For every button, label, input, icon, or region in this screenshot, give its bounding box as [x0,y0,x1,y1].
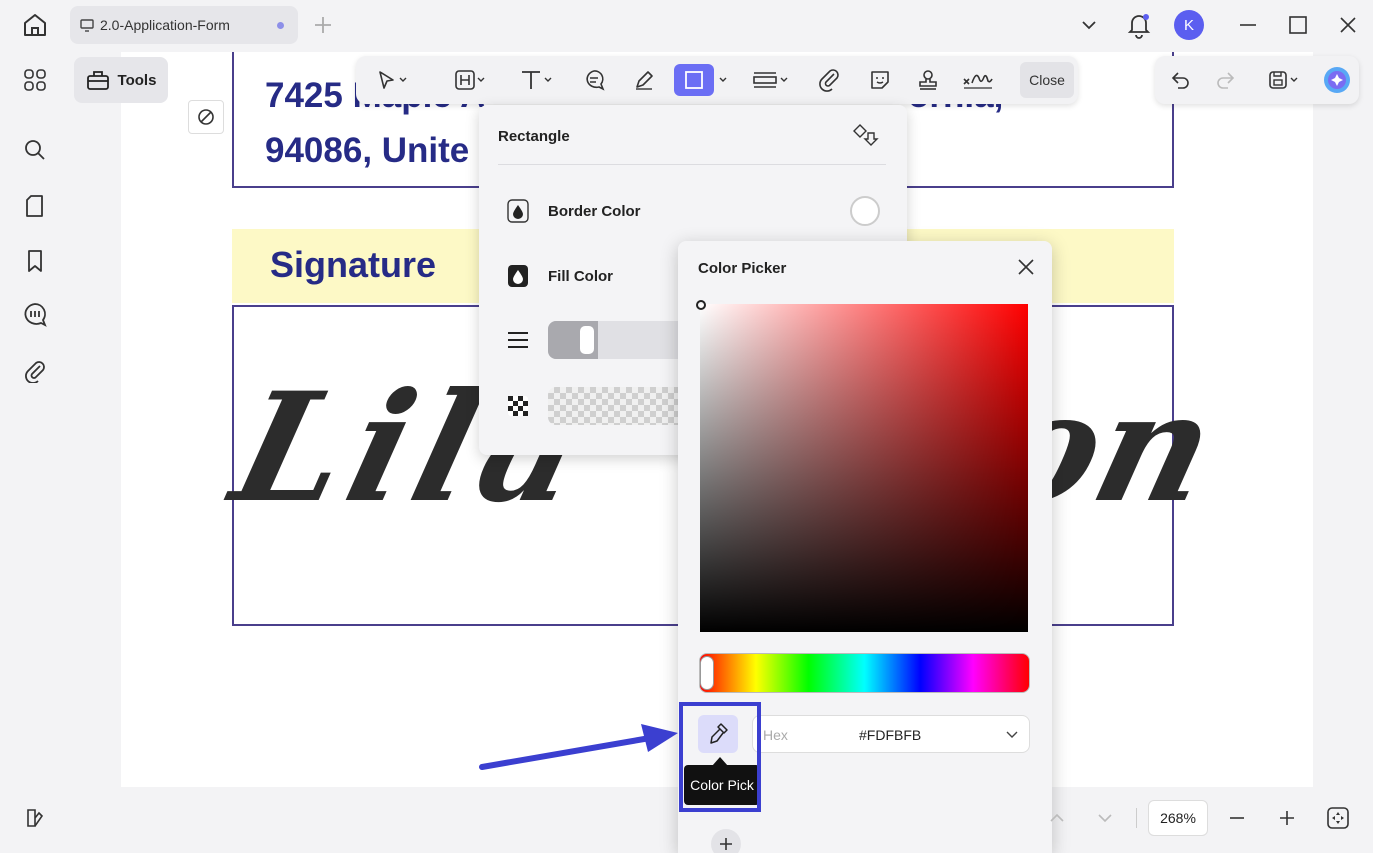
stamp-icon [916,68,940,92]
paperclip-icon [818,68,842,92]
home-icon[interactable] [20,10,50,40]
bell-icon[interactable] [1126,11,1152,39]
arrow-annotation-icon [478,722,682,774]
sticker-icon [868,68,892,92]
tools-label: Tools [117,71,157,89]
chevron-down-icon [476,75,486,85]
highlight-tool[interactable] [446,64,494,96]
bookmark-icon[interactable] [20,246,50,276]
border-color-swatch[interactable] [850,196,880,226]
fit-page-icon[interactable] [1325,805,1351,831]
zoom-in-icon[interactable] [1276,807,1298,829]
avatar[interactable]: K [1174,10,1204,40]
ai-assistant-button[interactable] [1321,64,1353,96]
fill-drop-icon [507,264,529,288]
attach-tool[interactable] [814,64,846,96]
unsaved-dot [277,22,284,29]
panel-divider [498,164,886,165]
ai-assistant-icon [1322,65,1352,95]
highlight-annotation-box [679,702,761,812]
no-entry-icon[interactable] [188,100,224,134]
comment-icon[interactable] [20,300,50,330]
chevron-down-icon[interactable] [1078,14,1100,36]
new-tab-icon[interactable] [312,14,334,36]
close-icon[interactable] [1015,256,1037,278]
shape-dropdown[interactable] [716,64,730,96]
address-line-2: 94086, Unite [265,131,470,170]
chevron-down-icon[interactable] [1005,729,1019,741]
pin-icon[interactable] [851,121,879,149]
hue-slider[interactable] [699,653,1030,693]
comment-tool[interactable] [578,64,610,96]
status-divider [1136,808,1137,828]
add-color-button[interactable] [711,829,741,853]
document-tab[interactable]: 2.0-Application-Form [70,6,298,44]
attachment-icon[interactable] [20,356,50,386]
close-toolbar-button[interactable]: Close [1020,62,1074,98]
pencil-icon [632,68,656,92]
hex-value: #FDFBFB [859,727,922,743]
tab-title: 2.0-Application-Form [100,17,230,33]
zoom-level[interactable]: 268% [1148,800,1208,836]
sticker-tool[interactable] [864,64,896,96]
sidebar-toggle-icon[interactable] [20,803,50,833]
fill-color-label: Fill Color [548,268,613,285]
border-drop-icon [507,199,529,223]
line-weight-icon [507,329,529,351]
heading-icon [454,69,476,91]
save-button[interactable] [1259,64,1307,96]
monitor-icon [80,18,94,32]
opacity-icon [507,395,529,417]
saturation-handle[interactable] [696,300,706,310]
text-tool[interactable] [510,64,562,96]
chevron-down-icon[interactable] [1094,807,1116,829]
chevron-up-icon[interactable] [1046,807,1068,829]
signature-heading: Signature [270,244,437,285]
stamp-tool[interactable] [912,64,944,96]
chevron-down-icon [718,75,728,85]
pencil-tool[interactable] [628,64,660,96]
chevron-down-icon [398,75,408,85]
save-icon [1267,69,1289,91]
rectangle-icon [683,69,705,91]
select-tool[interactable] [368,64,416,96]
redo-button[interactable] [1209,64,1241,96]
text-icon [519,68,543,92]
signature-icon [962,69,994,91]
close-window-icon[interactable] [1337,14,1359,36]
plus-icon [718,836,734,852]
right-toolbar [1155,56,1359,104]
annotation-toolbar: Close [356,56,1078,104]
pointer-icon [376,69,398,91]
rectangle-tool[interactable] [674,64,714,96]
redo-icon [1214,69,1236,91]
tools-button[interactable]: Tools [74,57,168,103]
grid-icon[interactable] [20,65,50,95]
maximize-icon[interactable] [1287,14,1309,36]
ruler-icon [751,69,779,91]
undo-button[interactable] [1165,64,1197,96]
measure-tool[interactable] [744,64,796,96]
color-picker-title: Color Picker [698,260,787,277]
saturation-value-area[interactable] [700,304,1028,632]
chevron-down-icon [779,75,789,85]
hue-handle[interactable] [700,656,714,690]
undo-icon [1170,69,1192,91]
zoom-out-icon[interactable] [1226,807,1248,829]
chevron-down-icon [543,75,553,85]
search-icon[interactable] [20,135,50,165]
signature-tool[interactable] [958,64,998,96]
speech-bubble-icon [582,68,606,92]
page-icon[interactable] [20,191,50,221]
toolbox-icon [86,69,118,91]
chevron-down-icon [1289,75,1299,85]
hex-placeholder: Hex [763,727,788,743]
hex-input[interactable]: Hex #FDFBFB [752,715,1030,753]
minimize-icon[interactable] [1237,14,1259,36]
border-color-label: Border Color [548,203,641,220]
rectangle-panel-title: Rectangle [498,128,570,145]
